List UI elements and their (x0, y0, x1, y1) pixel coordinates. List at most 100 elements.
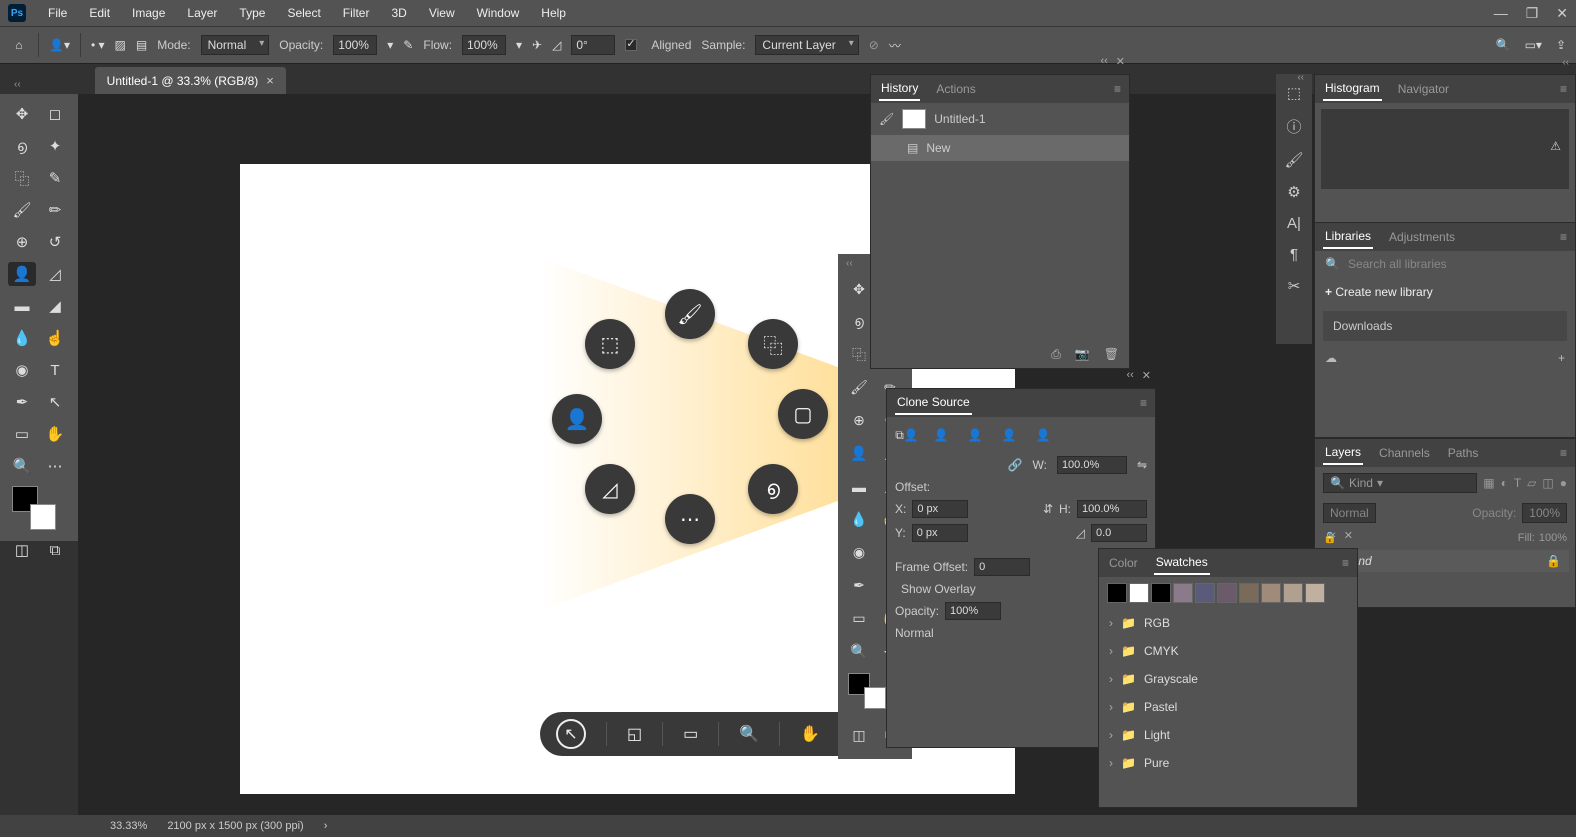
window-close-icon[interactable]: ✕ (1556, 5, 1568, 22)
tab-history[interactable]: History (879, 77, 920, 101)
dock-tools-icon[interactable]: ✂ (1288, 277, 1301, 295)
brush-size-icon[interactable]: • ▾ (91, 38, 105, 52)
menu-window[interactable]: Window (467, 2, 530, 24)
ring-more-icon[interactable]: ⋯ (665, 494, 715, 544)
create-library-button[interactable]: + Create new library (1315, 277, 1575, 307)
swatch-chip[interactable] (1151, 583, 1171, 603)
pressure-size-icon[interactable]: 〰 (889, 37, 901, 54)
menu-view[interactable]: View (419, 2, 465, 24)
swatch-chip[interactable] (1195, 583, 1215, 603)
screenmode-icon[interactable]: ⧉ (41, 538, 69, 562)
clone-stamp-tool-icon[interactable]: 👤 (8, 262, 36, 286)
ring-lasso-icon[interactable]: ൭ (748, 464, 798, 514)
swatch-chip[interactable] (1107, 583, 1127, 603)
lasso-tool-icon[interactable]: ൭ (8, 134, 36, 158)
crop-tool-icon[interactable]: ⿻ (8, 166, 36, 190)
menu-filter[interactable]: Filter (333, 2, 380, 24)
flip-v-icon[interactable]: ⇵ (1043, 502, 1053, 516)
swatch-menu-icon[interactable]: ≡ (1342, 556, 1349, 570)
mode-dropdown[interactable]: Normal (201, 35, 270, 55)
ring-brush-icon[interactable]: 🖌 (665, 289, 715, 339)
filter-pixel-icon[interactable]: ▦ (1483, 476, 1494, 490)
swatch-folder-pastel[interactable]: 📁Pastel (1099, 693, 1357, 721)
eyedropper-tool-icon[interactable]: ✎ (41, 166, 69, 190)
frame-offset-input[interactable] (974, 558, 1030, 576)
tool-preset-icon[interactable]: 👤▾ (49, 38, 70, 52)
dock-char-icon[interactable]: A| (1287, 215, 1301, 232)
histogram-warning-icon[interactable]: ⚠ (1550, 139, 1561, 153)
menu-3d[interactable]: 3D (381, 2, 416, 24)
marquee-tool-icon[interactable]: ◻ (41, 102, 69, 126)
y-input[interactable] (912, 524, 968, 542)
swatch-chip[interactable] (1129, 583, 1149, 603)
flow-value[interactable]: 100% (462, 35, 506, 55)
airbrush-icon[interactable]: ✈ (532, 38, 542, 52)
tab-layers[interactable]: Layers (1323, 441, 1363, 465)
library-item[interactable]: Downloads (1323, 311, 1567, 341)
clone-menu-icon[interactable]: ≡ (1140, 396, 1147, 410)
mini-move-icon[interactable]: ✥ (846, 278, 872, 300)
link-wh-icon[interactable]: 🔗 (1008, 458, 1023, 472)
histo-collapse-icon[interactable]: ‹‹ (1562, 57, 1569, 68)
dodge-tool-icon[interactable]: ◉ (8, 358, 36, 382)
filter-smart-icon[interactable]: ◫ (1542, 476, 1553, 490)
healing-tool-icon[interactable]: ⊕ (8, 230, 36, 254)
mini-brush-icon[interactable]: 🖌 (846, 377, 872, 399)
tab-navigator[interactable]: Navigator (1396, 78, 1451, 100)
swatch-folder-pure[interactable]: 📁Pure (1099, 749, 1357, 777)
gradient-tool-icon[interactable]: ▬ (8, 294, 36, 318)
clone-src-1-icon[interactable]: ⧉👤 (895, 425, 919, 445)
panel-menu-icon[interactable]: ≡ (1114, 82, 1121, 96)
tab-channels[interactable]: Channels (1377, 442, 1432, 464)
layer-opacity-value[interactable]: 100% (1522, 503, 1567, 523)
smudge-tool-icon[interactable]: ☝ (41, 326, 69, 350)
quickmask-icon[interactable]: ◫ (8, 538, 36, 562)
home-icon[interactable]: ⌂ (10, 36, 28, 54)
w-input[interactable] (1057, 456, 1127, 474)
status-chevron-icon[interactable]: › (324, 820, 328, 832)
tab-histogram[interactable]: Histogram (1323, 77, 1382, 101)
opacity-value[interactable]: 100% (333, 35, 377, 55)
more-tools-icon[interactable]: ⋯ (41, 454, 69, 478)
quick-select-tool-icon[interactable]: ✦ (41, 134, 69, 158)
context-pointer-icon[interactable]: ↖ (556, 719, 586, 749)
share-icon[interactable]: ⇪ (1556, 38, 1566, 52)
status-zoom[interactable]: 33.33% (110, 820, 147, 832)
brush-tool-icon[interactable]: 🖌 (8, 198, 36, 222)
workspace-icon[interactable]: ▭▾ (1525, 38, 1542, 52)
lib-menu-icon[interactable]: ≡ (1560, 230, 1567, 244)
color-swatches[interactable] (8, 486, 70, 530)
swatch-chip[interactable] (1283, 583, 1303, 603)
layers-menu-icon[interactable]: ≡ (1560, 446, 1567, 460)
mini-gradient-icon[interactable]: ▬ (846, 476, 872, 498)
delete-state-icon[interactable]: 🗑 (1104, 347, 1119, 362)
x-input[interactable] (912, 500, 968, 518)
swatch-chip[interactable] (1305, 583, 1325, 603)
angle-value[interactable]: 0° (571, 35, 615, 55)
search-lib-placeholder[interactable]: Search all libraries (1348, 257, 1447, 271)
context-zoom-icon[interactable]: 🔍 (739, 724, 759, 744)
tab-adjustments[interactable]: Adjustments (1387, 226, 1457, 248)
mini-pen-icon[interactable]: ✒ (846, 574, 872, 596)
tab-swatches[interactable]: Swatches (1154, 551, 1210, 575)
swatch-chip[interactable] (1217, 583, 1237, 603)
tab-paths[interactable]: Paths (1446, 442, 1481, 464)
menu-select[interactable]: Select (277, 2, 330, 24)
layer-row[interactable]: …round 🔒 (1321, 550, 1569, 572)
zoom-tool-icon[interactable]: 🔍 (8, 454, 36, 478)
mini-healing-icon[interactable]: ⊕ (846, 410, 872, 432)
menu-layer[interactable]: Layer (177, 2, 227, 24)
swatch-folder-rgb[interactable]: 📁RGB (1099, 609, 1357, 637)
mini-quickmask-icon[interactable]: ◫ (846, 724, 872, 746)
opacity-menu-icon[interactable]: ▾ (387, 38, 393, 52)
cloud-icon[interactable]: ☁ (1325, 351, 1337, 365)
tab-actions[interactable]: Actions (934, 78, 977, 100)
menu-file[interactable]: File (38, 2, 77, 24)
clone-panel-icon[interactable]: ▤ (136, 38, 147, 52)
blur-tool-icon[interactable]: 💧 (8, 326, 36, 350)
move-tool-icon[interactable]: ✥ (8, 102, 36, 126)
ring-shape-icon[interactable]: ▢ (778, 389, 828, 439)
swatch-folder-cmyk[interactable]: 📁CMYK (1099, 637, 1357, 665)
histo-menu-icon[interactable]: ≡ (1560, 82, 1567, 96)
pen-tool-icon[interactable]: ✒ (8, 390, 36, 414)
